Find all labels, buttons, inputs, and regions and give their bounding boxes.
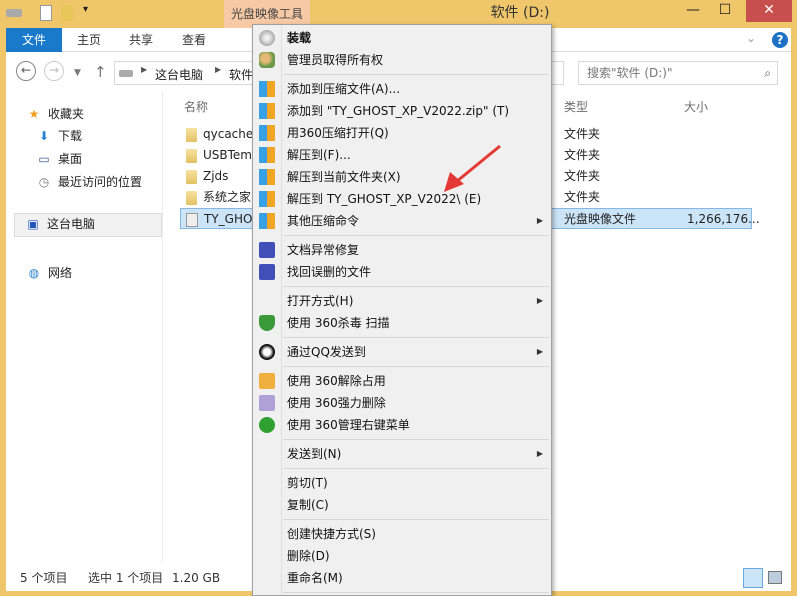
- arrow-head: [444, 172, 464, 192]
- annotation-arrow: [444, 144, 501, 192]
- arrow-shaft: [455, 144, 501, 184]
